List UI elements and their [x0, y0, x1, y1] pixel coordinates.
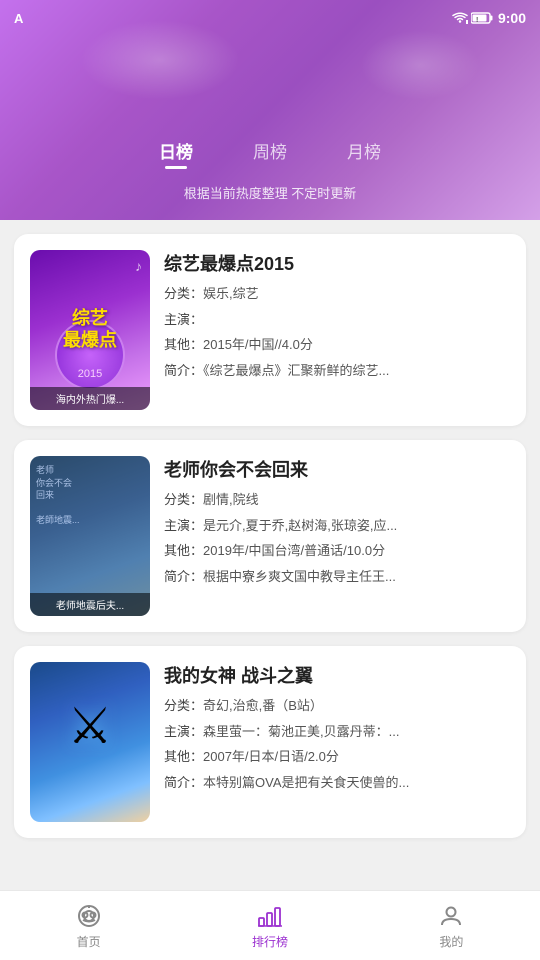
content: 综艺最爆点 2015 ♪ 海内外热门爆... 综艺最爆点2015 分类：娱乐,综… — [0, 220, 540, 932]
status-icons: ! — [452, 12, 493, 24]
tab-monthly[interactable]: 月榜 — [347, 138, 381, 169]
ranking-icon — [256, 902, 284, 930]
card-title-3: 我的女神 战斗之翼 — [164, 662, 510, 688]
nav-item-home[interactable]: 首页 — [55, 896, 123, 956]
card-thumbnail-1: 综艺最爆点 2015 ♪ 海内外热门爆... — [30, 250, 150, 410]
tab-weekly[interactable]: 周榜 — [253, 138, 287, 169]
nav-item-profile[interactable]: 我的 — [417, 896, 485, 956]
card-category-3: 分类：奇幻,治愈,番（B站） — [164, 696, 510, 716]
thumb-badge-2: 老师地震后夫... — [30, 593, 150, 616]
card-category-2: 分类：剧情,院线 — [164, 490, 510, 510]
card-intro-3: 简介：本特别篇OVA是把有关食天使兽的... — [164, 773, 510, 793]
card-thumbnail-3 — [30, 662, 150, 822]
bottom-nav: 首页 排行榜 我的 — [0, 890, 540, 960]
nav-label-home: 首页 — [77, 933, 101, 950]
wifi-icon — [452, 12, 468, 24]
card-category-1: 分类：娱乐,综艺 — [164, 284, 510, 304]
home-icon — [75, 902, 103, 930]
card-info-1: 综艺最爆点2015 分类：娱乐,综艺 主演： 其他：2015年/中国//4.0分… — [164, 250, 510, 410]
svg-text:!: ! — [476, 17, 478, 24]
thumb-badge-1: 海内外热门爆... — [30, 387, 150, 410]
list-item[interactable]: 老师你会不会回来老師地震... 老师地震后夫... 老师你会不会回来 分类：剧情… — [14, 440, 526, 632]
tabs: 日榜 周榜 月榜 — [159, 138, 381, 169]
battery-icon: ! — [471, 12, 493, 24]
card-info-2: 老师你会不会回来 分类：剧情,院线 主演：是元介,夏于乔,赵树海,张琼姿,应..… — [164, 456, 510, 616]
card-other-3: 其他：2007年/日本/日语/2.0分 — [164, 747, 510, 767]
status-right: ! 9:00 — [452, 10, 526, 26]
card-cast-1: 主演： — [164, 310, 510, 330]
card-cast-3: 主演：森里萤一：菊池正美,贝露丹蒂：... — [164, 722, 510, 742]
header-subtitle: 根据当前热度整理 不定时更新 — [184, 183, 357, 202]
tab-daily[interactable]: 日榜 — [159, 138, 193, 169]
nav-label-profile: 我的 — [439, 933, 463, 950]
card-other-2: 其他：2019年/中国台湾/普通话/10.0分 — [164, 541, 510, 561]
card-info-3: 我的女神 战斗之翼 分类：奇幻,治愈,番（B站） 主演：森里萤一：菊池正美,贝露… — [164, 662, 510, 822]
list-item[interactable]: 综艺最爆点 2015 ♪ 海内外热门爆... 综艺最爆点2015 分类：娱乐,综… — [14, 234, 526, 426]
card-intro-2: 简介：根据中寮乡爽文国中教导主任王... — [164, 567, 510, 587]
nav-label-ranking: 排行榜 — [252, 933, 288, 950]
nav-item-ranking[interactable]: 排行榜 — [232, 896, 308, 956]
status-time: 9:00 — [498, 10, 526, 26]
card-cast-2: 主演：是元介,夏于乔,赵树海,张琼姿,应... — [164, 516, 510, 536]
card-thumbnail-2: 老师你会不会回来老師地震... 老师地震后夫... — [30, 456, 150, 616]
list-item[interactable]: 我的女神 战斗之翼 分类：奇幻,治愈,番（B站） 主演：森里萤一：菊池正美,贝露… — [14, 646, 526, 838]
status-app-icon: A — [14, 11, 23, 26]
card-title-1: 综艺最爆点2015 — [164, 250, 510, 276]
card-title-2: 老师你会不会回来 — [164, 456, 510, 482]
card-other-1: 其他：2015年/中国//4.0分 — [164, 335, 510, 355]
profile-icon — [437, 902, 465, 930]
card-intro-1: 简介：《综艺最爆点》汇聚新鲜的综艺... — [164, 361, 510, 381]
status-bar: A ! 9:00 — [0, 0, 540, 36]
